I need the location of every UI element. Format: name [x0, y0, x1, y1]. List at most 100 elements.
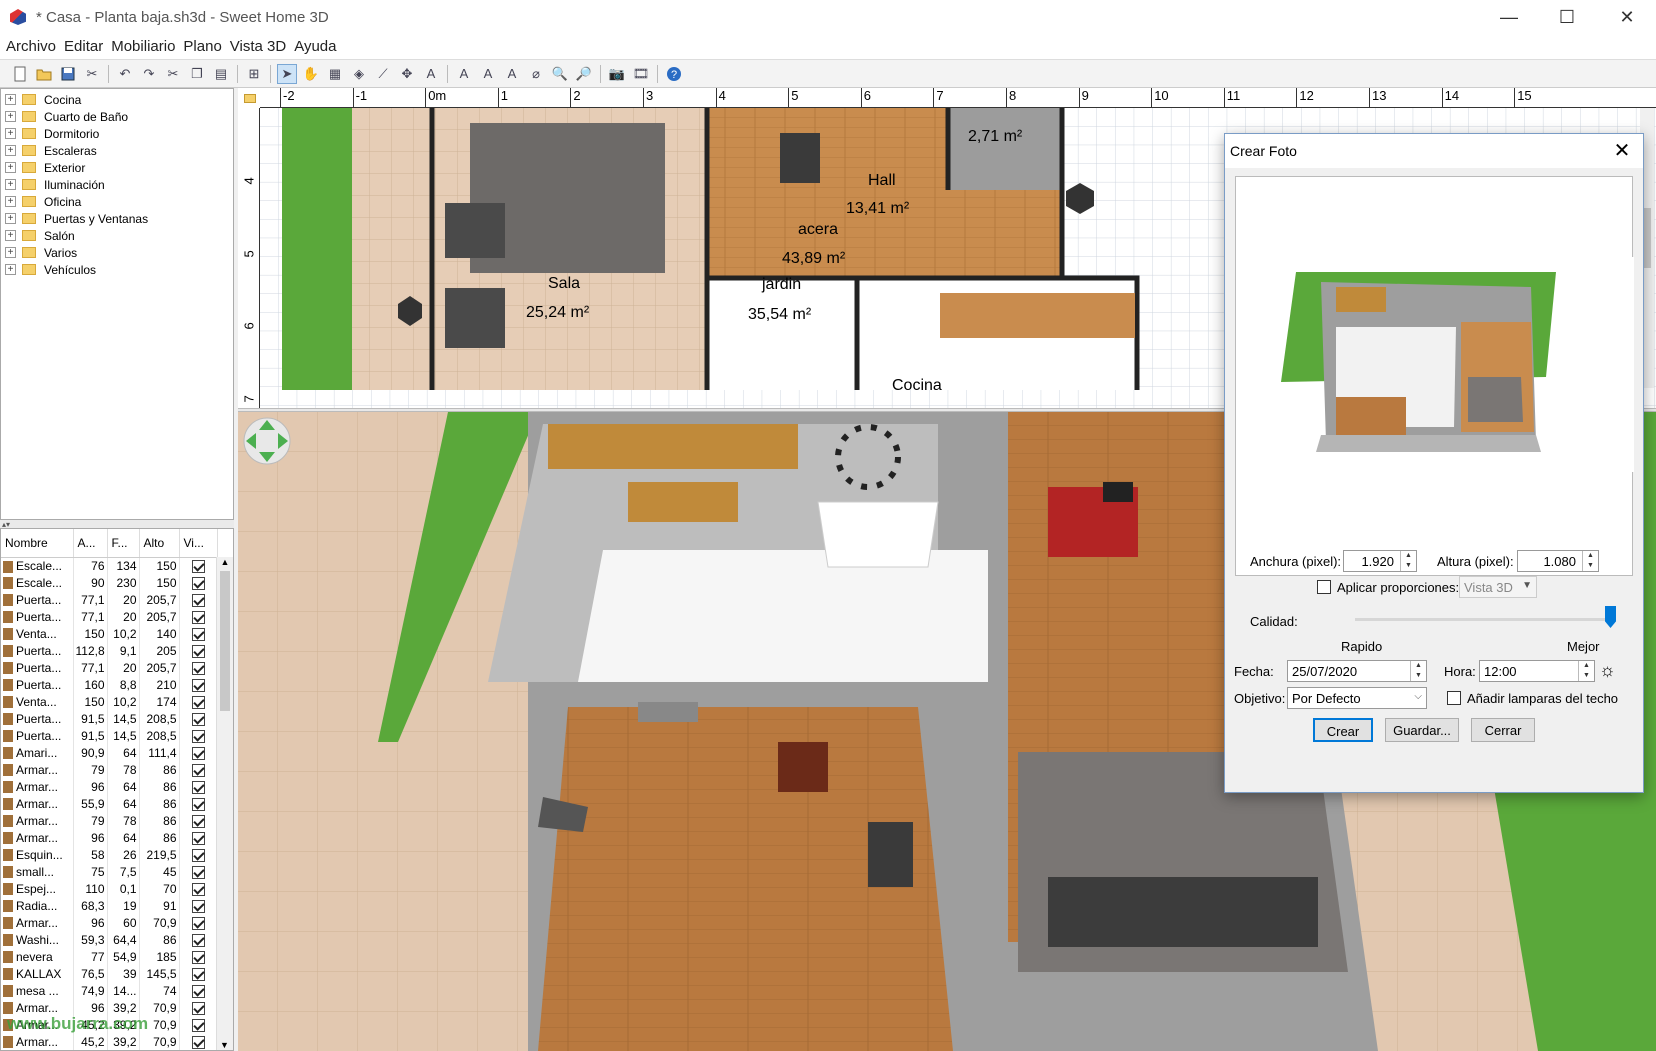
zoom-in-icon[interactable]: 🔍 [550, 64, 570, 84]
text-color-icon[interactable]: ⌀ [526, 64, 546, 84]
menu-mobiliario[interactable]: Mobiliario [111, 38, 175, 55]
date-spinner[interactable]: 25/07/2020 ▲ ▼ [1287, 660, 1427, 682]
menu-archivo[interactable]: Archivo [6, 38, 56, 55]
table-row[interactable]: Armar... 45,2 39,2 70,9 [1, 1033, 218, 1050]
expand-icon[interactable]: + [5, 213, 16, 224]
quality-slider-thumb[interactable] [1605, 606, 1616, 628]
scroll-down-icon[interactable]: ▼ [217, 1040, 232, 1050]
expand-icon[interactable]: + [5, 179, 16, 190]
minimize-button[interactable]: — [1486, 0, 1532, 34]
visible-checkbox[interactable] [191, 576, 205, 590]
new-icon[interactable] [10, 64, 30, 84]
catalog-item-cocina[interactable]: + Cocina [1, 91, 233, 108]
table-row[interactable]: Puerta... 91,5 14,5 208,5 [1, 727, 218, 744]
add-text-icon[interactable]: A [421, 64, 441, 84]
spinner-arrows-icon[interactable]: ▲ ▼ [1400, 551, 1416, 571]
table-row[interactable]: Escale... 90 230 150 [1, 574, 218, 591]
open-icon[interactable] [34, 64, 54, 84]
visible-checkbox[interactable] [191, 610, 205, 624]
close-dialog-button[interactable]: Cerrar [1471, 718, 1535, 742]
create-video-icon[interactable]: 🎞 [631, 64, 651, 84]
expand-icon[interactable]: + [5, 111, 16, 122]
quality-slider[interactable] [1355, 618, 1611, 621]
table-row[interactable]: Washi... 59,3 64,4 86 [1, 931, 218, 948]
text-style-icon[interactable]: A [454, 64, 474, 84]
visible-checkbox[interactable] [191, 695, 205, 709]
maximize-button[interactable]: ☐ [1544, 0, 1590, 34]
catalog-item-vehiculos[interactable]: + Vehículos [1, 261, 233, 278]
apply-proportions-checkbox[interactable] [1317, 580, 1331, 594]
close-button[interactable]: ✕ [1604, 0, 1650, 34]
table-row[interactable]: Escale... 76 134 150 [1, 557, 218, 574]
visible-checkbox[interactable] [191, 797, 205, 811]
save-icon[interactable] [58, 64, 78, 84]
expand-icon[interactable]: + [5, 145, 16, 156]
table-row[interactable]: KALLAX 76,5 39 145,5 [1, 965, 218, 982]
catalog-item-varios[interactable]: + Varios [1, 244, 233, 261]
furniture-scrollbar[interactable]: ▲ ▼ [216, 557, 233, 1050]
visible-checkbox[interactable] [191, 780, 205, 794]
table-row[interactable]: Armar... 96 64 86 [1, 829, 218, 846]
visible-checkbox[interactable] [191, 712, 205, 726]
undo-icon[interactable]: ↶ [115, 64, 135, 84]
table-row[interactable]: Armar... 79 78 86 [1, 761, 218, 778]
create-dimensions-icon[interactable]: ✥ [397, 64, 417, 84]
menu-vista-3d[interactable]: Vista 3D [230, 38, 286, 55]
table-row[interactable]: Armar... 55,9 64 86 [1, 795, 218, 812]
expand-icon[interactable]: + [5, 94, 16, 105]
select-icon[interactable]: ➤ [277, 63, 297, 84]
table-row[interactable]: Puerta... 91,5 14,5 208,5 [1, 710, 218, 727]
navigation-arrows-icon[interactable] [242, 416, 292, 466]
table-row[interactable]: Puerta... 77,1 20 205,7 [1, 608, 218, 625]
table-row[interactable]: Espej... 110 0,1 70 [1, 880, 218, 897]
create-photo-icon[interactable]: 📷 [607, 64, 627, 84]
width-spinner[interactable]: 1.920 ▲ ▼ [1343, 550, 1417, 572]
visible-checkbox[interactable] [191, 882, 205, 896]
visible-checkbox[interactable] [191, 593, 205, 607]
menu-plano[interactable]: Plano [183, 38, 221, 55]
create-rooms-icon[interactable]: ◈ [349, 64, 369, 84]
expand-icon[interactable]: + [5, 196, 16, 207]
lens-select[interactable]: Por Defecto ⌵ [1287, 687, 1427, 709]
catalog-item-escaleras[interactable]: + Escaleras [1, 142, 233, 159]
create-walls-icon[interactable]: ▦ [325, 64, 345, 84]
bold-icon[interactable]: A [478, 64, 498, 84]
expand-icon[interactable]: + [5, 162, 16, 173]
spinner-arrows-icon[interactable]: ▲ ▼ [1578, 661, 1594, 681]
help-icon[interactable]: ? [664, 64, 684, 84]
table-row[interactable]: Puerta... 77,1 20 205,7 [1, 591, 218, 608]
visible-checkbox[interactable] [191, 746, 205, 760]
table-row[interactable]: Armar... 96 64 86 [1, 778, 218, 795]
menu-editar[interactable]: Editar [64, 38, 103, 55]
create-button[interactable]: Crear [1313, 718, 1373, 742]
sun-icon[interactable]: ☼ [1599, 660, 1616, 681]
catalog-item-iluminacion[interactable]: + Iluminación [1, 176, 233, 193]
visible-checkbox[interactable] [191, 916, 205, 930]
cut2-icon[interactable]: ✂ [163, 64, 183, 84]
copy-icon[interactable]: ❐ [187, 64, 207, 84]
visible-checkbox[interactable] [191, 627, 205, 641]
visible-checkbox[interactable] [191, 865, 205, 879]
table-row[interactable]: Puerta... 160 8,8 210 [1, 676, 218, 693]
visible-checkbox[interactable] [191, 661, 205, 675]
catalog-item-cuarto-de-bano[interactable]: + Cuarto de Baño [1, 108, 233, 125]
redo-icon[interactable]: ↷ [139, 64, 159, 84]
table-row[interactable]: Puerta... 77,1 20 205,7 [1, 659, 218, 676]
dialog-close-icon[interactable]: ✕ [1609, 138, 1635, 164]
menu-ayuda[interactable]: Ayuda [294, 38, 336, 55]
column-visible[interactable]: Vi... [179, 529, 218, 558]
time-spinner[interactable]: 12:00 ▲ ▼ [1479, 660, 1595, 682]
catalog-item-salon[interactable]: + Salón [1, 227, 233, 244]
visible-checkbox[interactable] [191, 644, 205, 658]
paste-icon[interactable]: ▤ [211, 64, 231, 84]
visible-checkbox[interactable] [191, 1035, 205, 1049]
catalog-item-oficina[interactable]: + Oficina [1, 193, 233, 210]
scroll-thumb[interactable] [220, 571, 230, 711]
visible-checkbox[interactable] [191, 950, 205, 964]
column-depth[interactable]: F... [107, 529, 140, 558]
expand-icon[interactable]: + [5, 230, 16, 241]
table-row[interactable]: mesa ... 74,9 14... 74 [1, 982, 218, 999]
table-row[interactable]: Venta... 150 10,2 174 [1, 693, 218, 710]
pan-icon[interactable]: ✋ [301, 64, 321, 84]
table-row[interactable]: Radia... 68,3 19 91 [1, 897, 218, 914]
